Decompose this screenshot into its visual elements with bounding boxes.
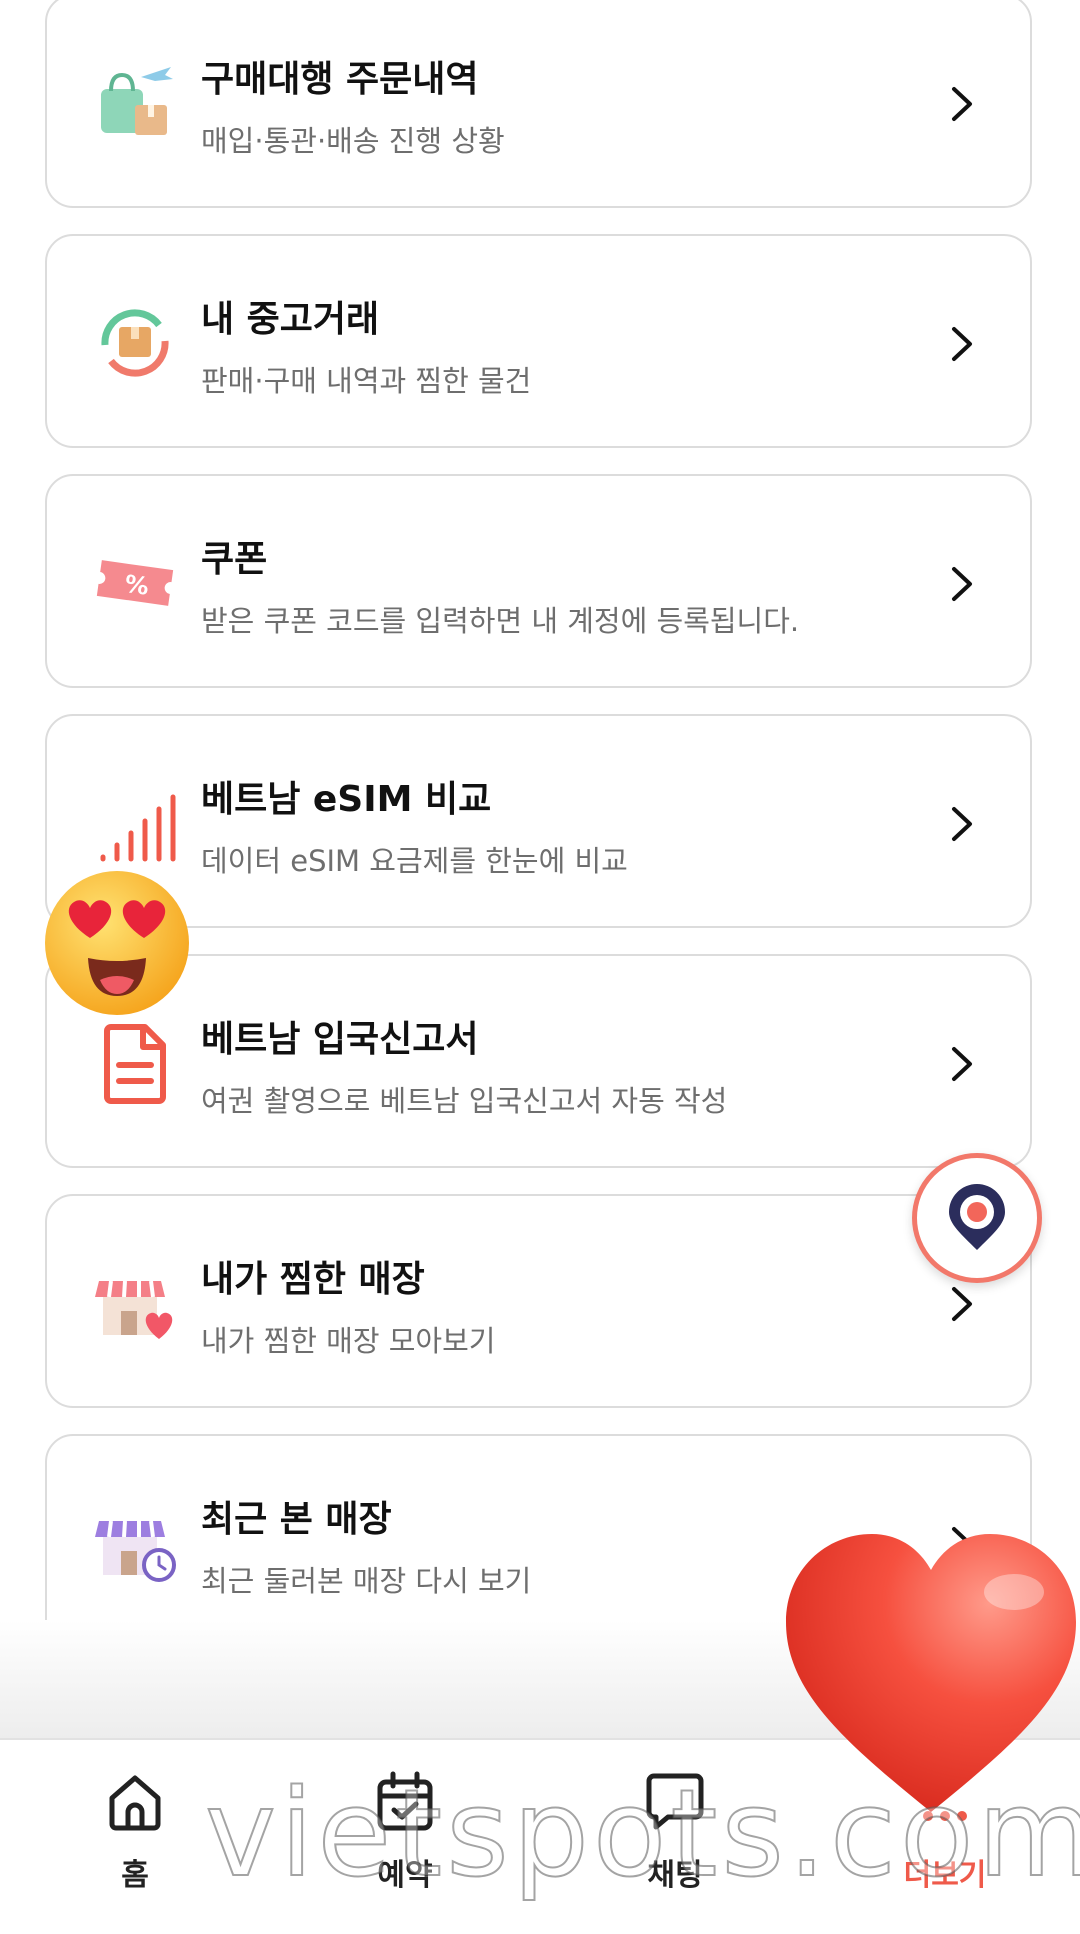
- chevron-right-icon: [952, 1047, 972, 1081]
- map-pin-icon: [949, 1184, 1005, 1250]
- svg-text:%: %: [123, 570, 151, 601]
- menu-card-arrival-form[interactable]: 베트남 입국신고서 여권 촬영으로 베트남 입국신고서 자동 작성: [45, 954, 1032, 1168]
- store-clock-icon: [95, 1520, 176, 1582]
- chevron-right-icon: [952, 327, 972, 361]
- menu-card-esim[interactable]: 베트남 eSIM 비교 데이터 eSIM 요금제를 한눈에 비교: [45, 714, 1032, 928]
- shopping-bag-icon: [101, 67, 173, 135]
- document-icon: [104, 1024, 166, 1104]
- heart-eyes-emoji-icon: [45, 871, 189, 1015]
- nav-label: 홈: [121, 1858, 149, 1893]
- menu-title: 내가 찜한 매장: [201, 1259, 425, 1300]
- menu-subtitle: 매입·통관·배송 진행 상황: [201, 124, 505, 158]
- menu-card-secondhand[interactable]: 내 중고거래 판매·구매 내역과 찜한 물건: [45, 234, 1032, 448]
- chevron-right-icon: [952, 567, 972, 601]
- coupon-icon: %: [96, 560, 174, 606]
- store-heart-icon: [95, 1280, 173, 1339]
- chevron-right-icon: [952, 87, 972, 121]
- menu-card-purchase-orders[interactable]: 구매대행 주문내역 매입·통관·배송 진행 상황: [45, 0, 1032, 208]
- menu-title: 베트남 입국신고서: [201, 1019, 479, 1060]
- menu-card-favorite-stores[interactable]: 내가 찜한 매장 내가 찜한 매장 모아보기: [45, 1194, 1032, 1408]
- chevron-right-icon: [952, 1287, 972, 1321]
- home-icon: [109, 1775, 161, 1831]
- chevron-right-icon: [952, 807, 972, 841]
- menu-subtitle: 여권 촬영으로 베트남 입국신고서 자동 작성: [201, 1084, 728, 1118]
- menu-subtitle: 최근 둘러본 매장 다시 보기: [201, 1564, 532, 1598]
- box-exchange-icon: [101, 309, 169, 377]
- menu-title: 쿠폰: [201, 539, 268, 580]
- menu-subtitle: 데이터 eSIM 요금제를 한눈에 비교: [201, 844, 628, 878]
- nav-home[interactable]: 홈: [55, 1740, 215, 1934]
- menu-subtitle: 내가 찜한 매장 모아보기: [201, 1324, 496, 1358]
- menu-title: 베트남 eSIM 비교: [201, 779, 492, 820]
- menu-title: 구매대행 주문내역: [201, 59, 479, 100]
- location-fab-button[interactable]: [912, 1153, 1042, 1283]
- menu-subtitle: 받은 쿠폰 코드를 입력하면 내 계정에 등록됩니다.: [201, 604, 800, 638]
- menu-title: 내 중고거래: [201, 299, 380, 340]
- signal-icon: [100, 794, 176, 862]
- menu-card-coupon[interactable]: % 쿠폰 받은 쿠폰 코드를 입력하면 내 계정에 등록됩니다.: [45, 474, 1032, 688]
- menu-subtitle: 판매·구매 내역과 찜한 물건: [201, 364, 532, 398]
- menu-title: 최근 본 매장: [201, 1499, 392, 1540]
- watermark: vietspots.com: [204, 1764, 1080, 1905]
